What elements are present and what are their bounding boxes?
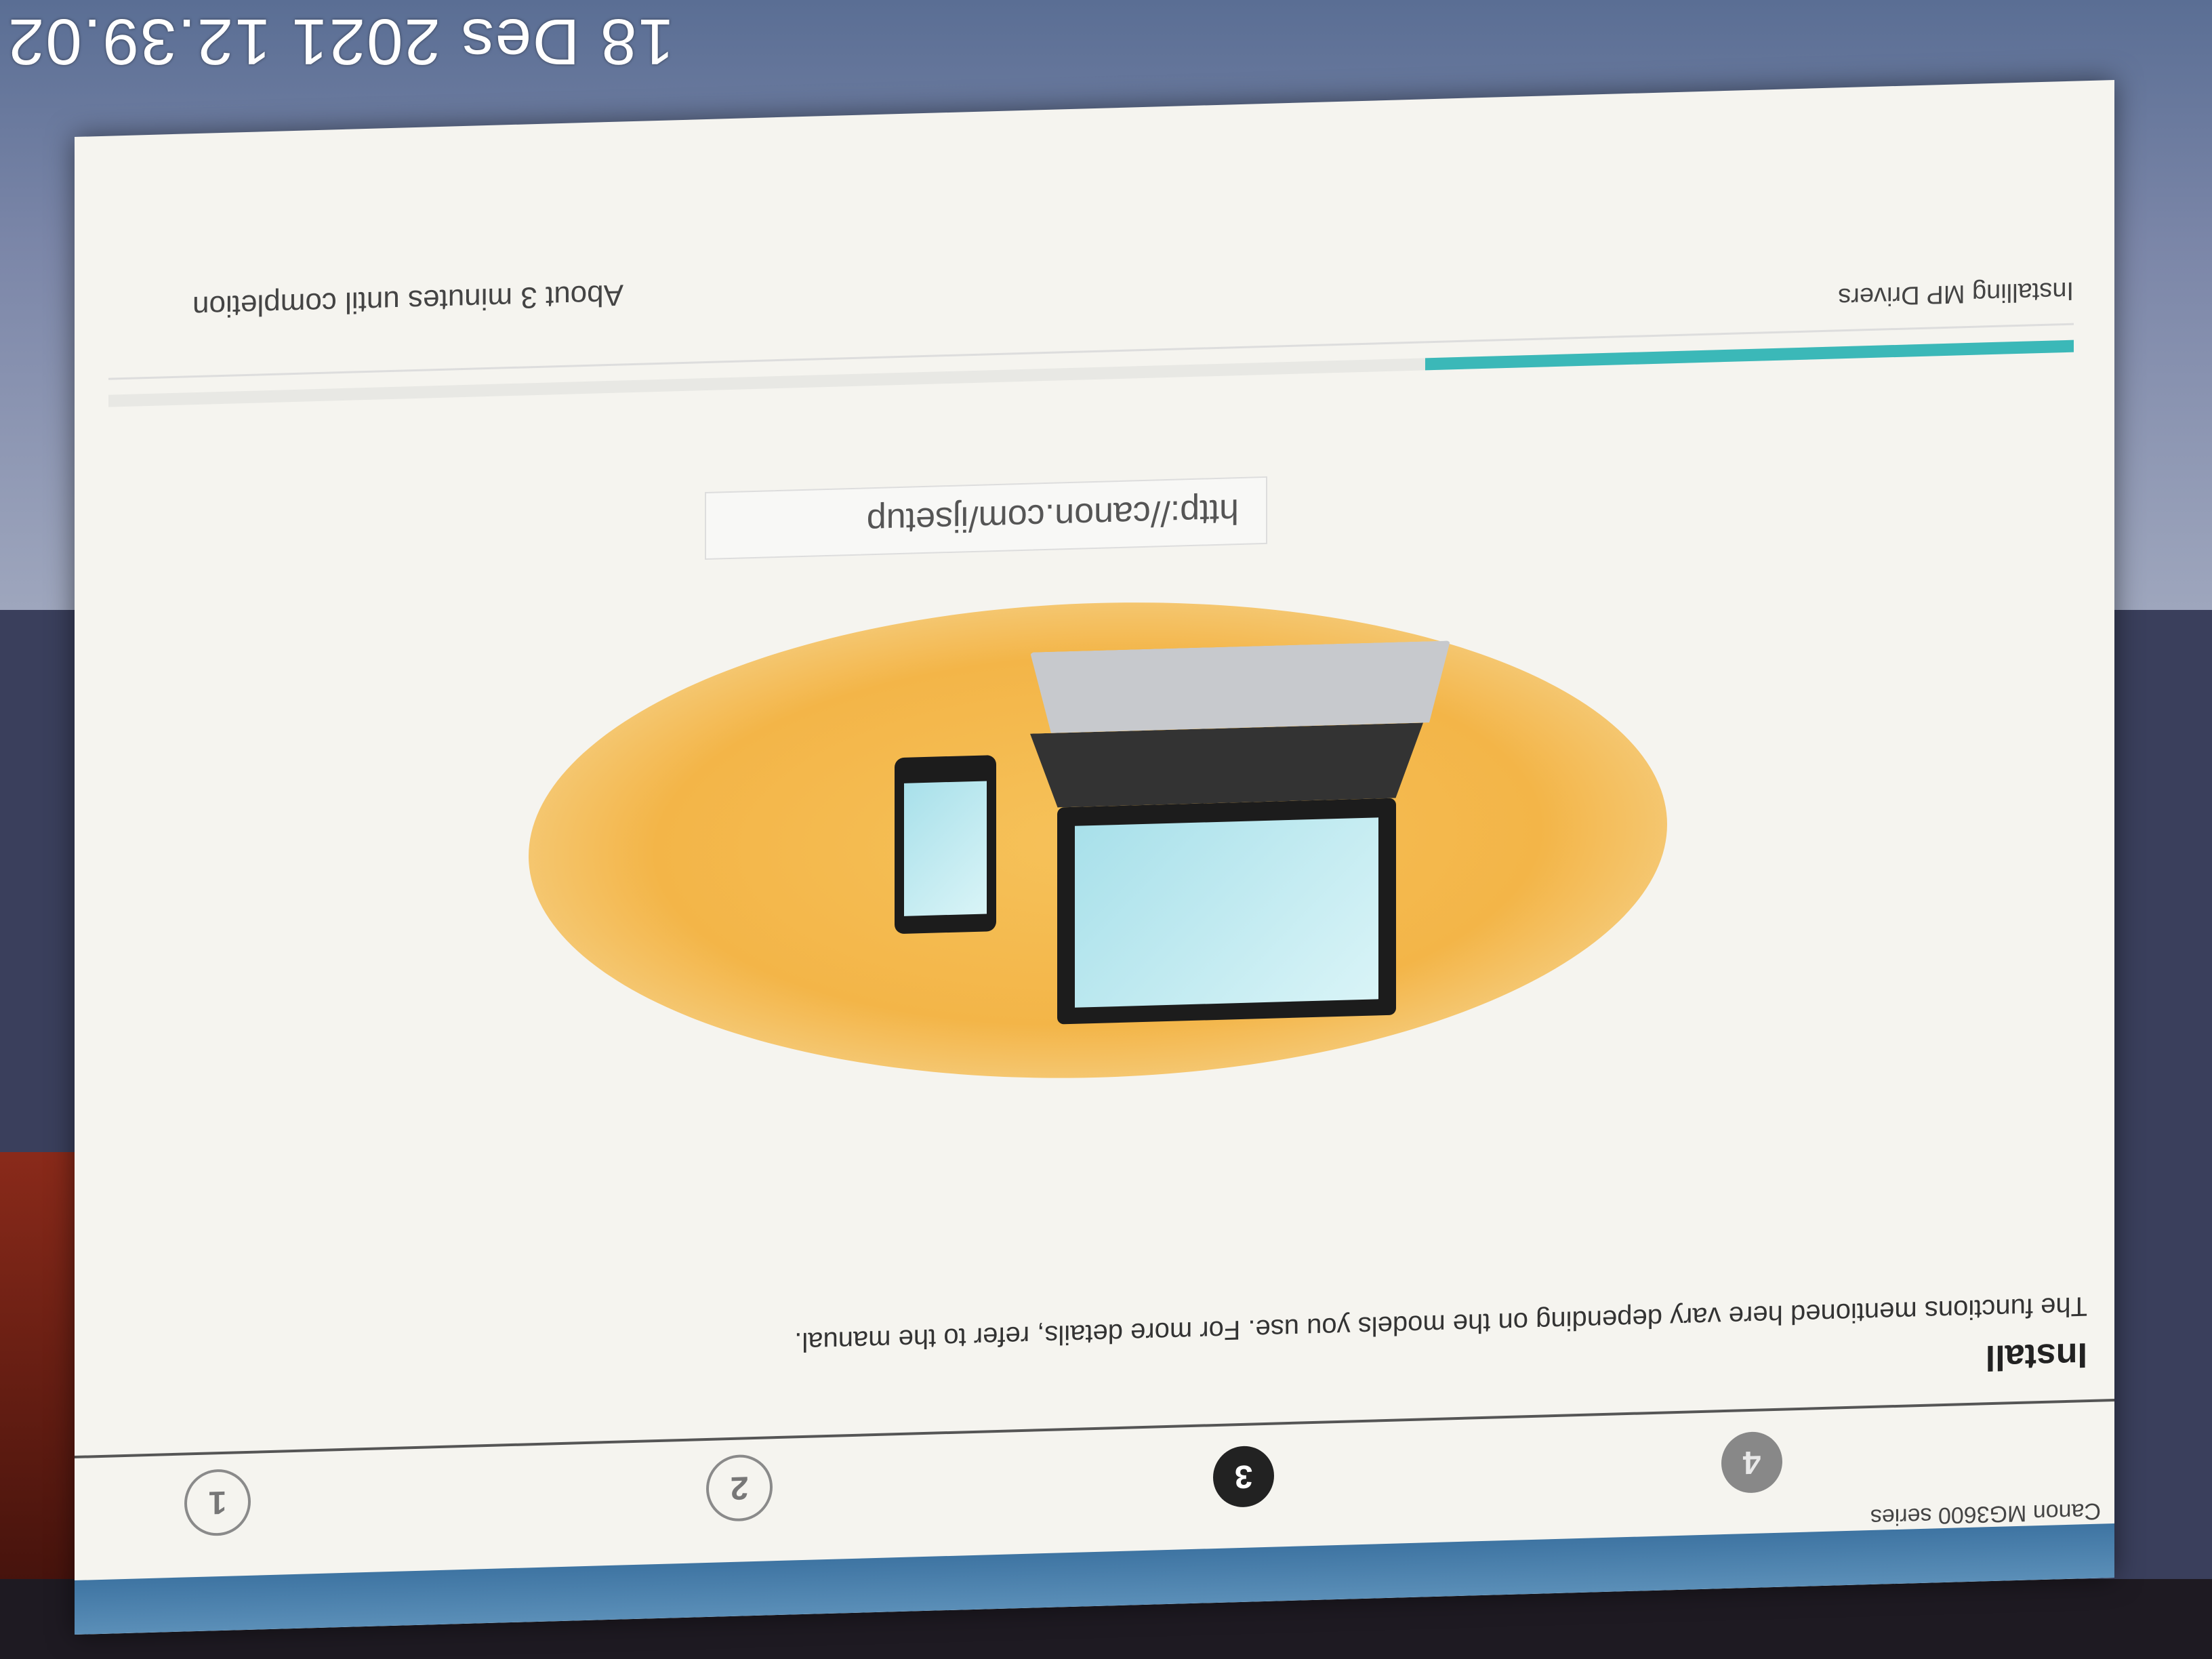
page-title: Install	[1985, 1335, 2087, 1378]
laptop-icon	[1057, 798, 1396, 1025]
step-1: 1	[184, 1468, 251, 1537]
step-1-label: 1	[208, 1484, 227, 1521]
page-description: The functions mentioned here vary depend…	[794, 1291, 2087, 1357]
step-3: 3	[1213, 1445, 1274, 1509]
photo-timestamp: 18 Des 2021 12.39.02	[7, 5, 674, 78]
step-4: 4	[1721, 1431, 1782, 1494]
step-2-label: 2	[730, 1469, 749, 1507]
laptop-keyboard-icon	[1030, 722, 1423, 808]
setup-url-link[interactable]: http://canon.com/ijsetup	[705, 476, 1267, 560]
install-eta-text: About 3 minutes until completion	[192, 278, 623, 324]
step-4-label: 4	[1742, 1444, 1761, 1481]
step-2: 2	[706, 1454, 773, 1523]
step-3-label: 3	[1234, 1458, 1253, 1495]
laptop-base-icon	[1030, 640, 1450, 733]
install-progress-fill	[1425, 340, 2074, 371]
smartphone-icon	[895, 755, 996, 935]
install-status-text: Installing MP Drivers	[1838, 276, 2074, 312]
installer-window: Canon MG3600 series 1 2 3 4 Install The …	[75, 79, 2114, 1635]
